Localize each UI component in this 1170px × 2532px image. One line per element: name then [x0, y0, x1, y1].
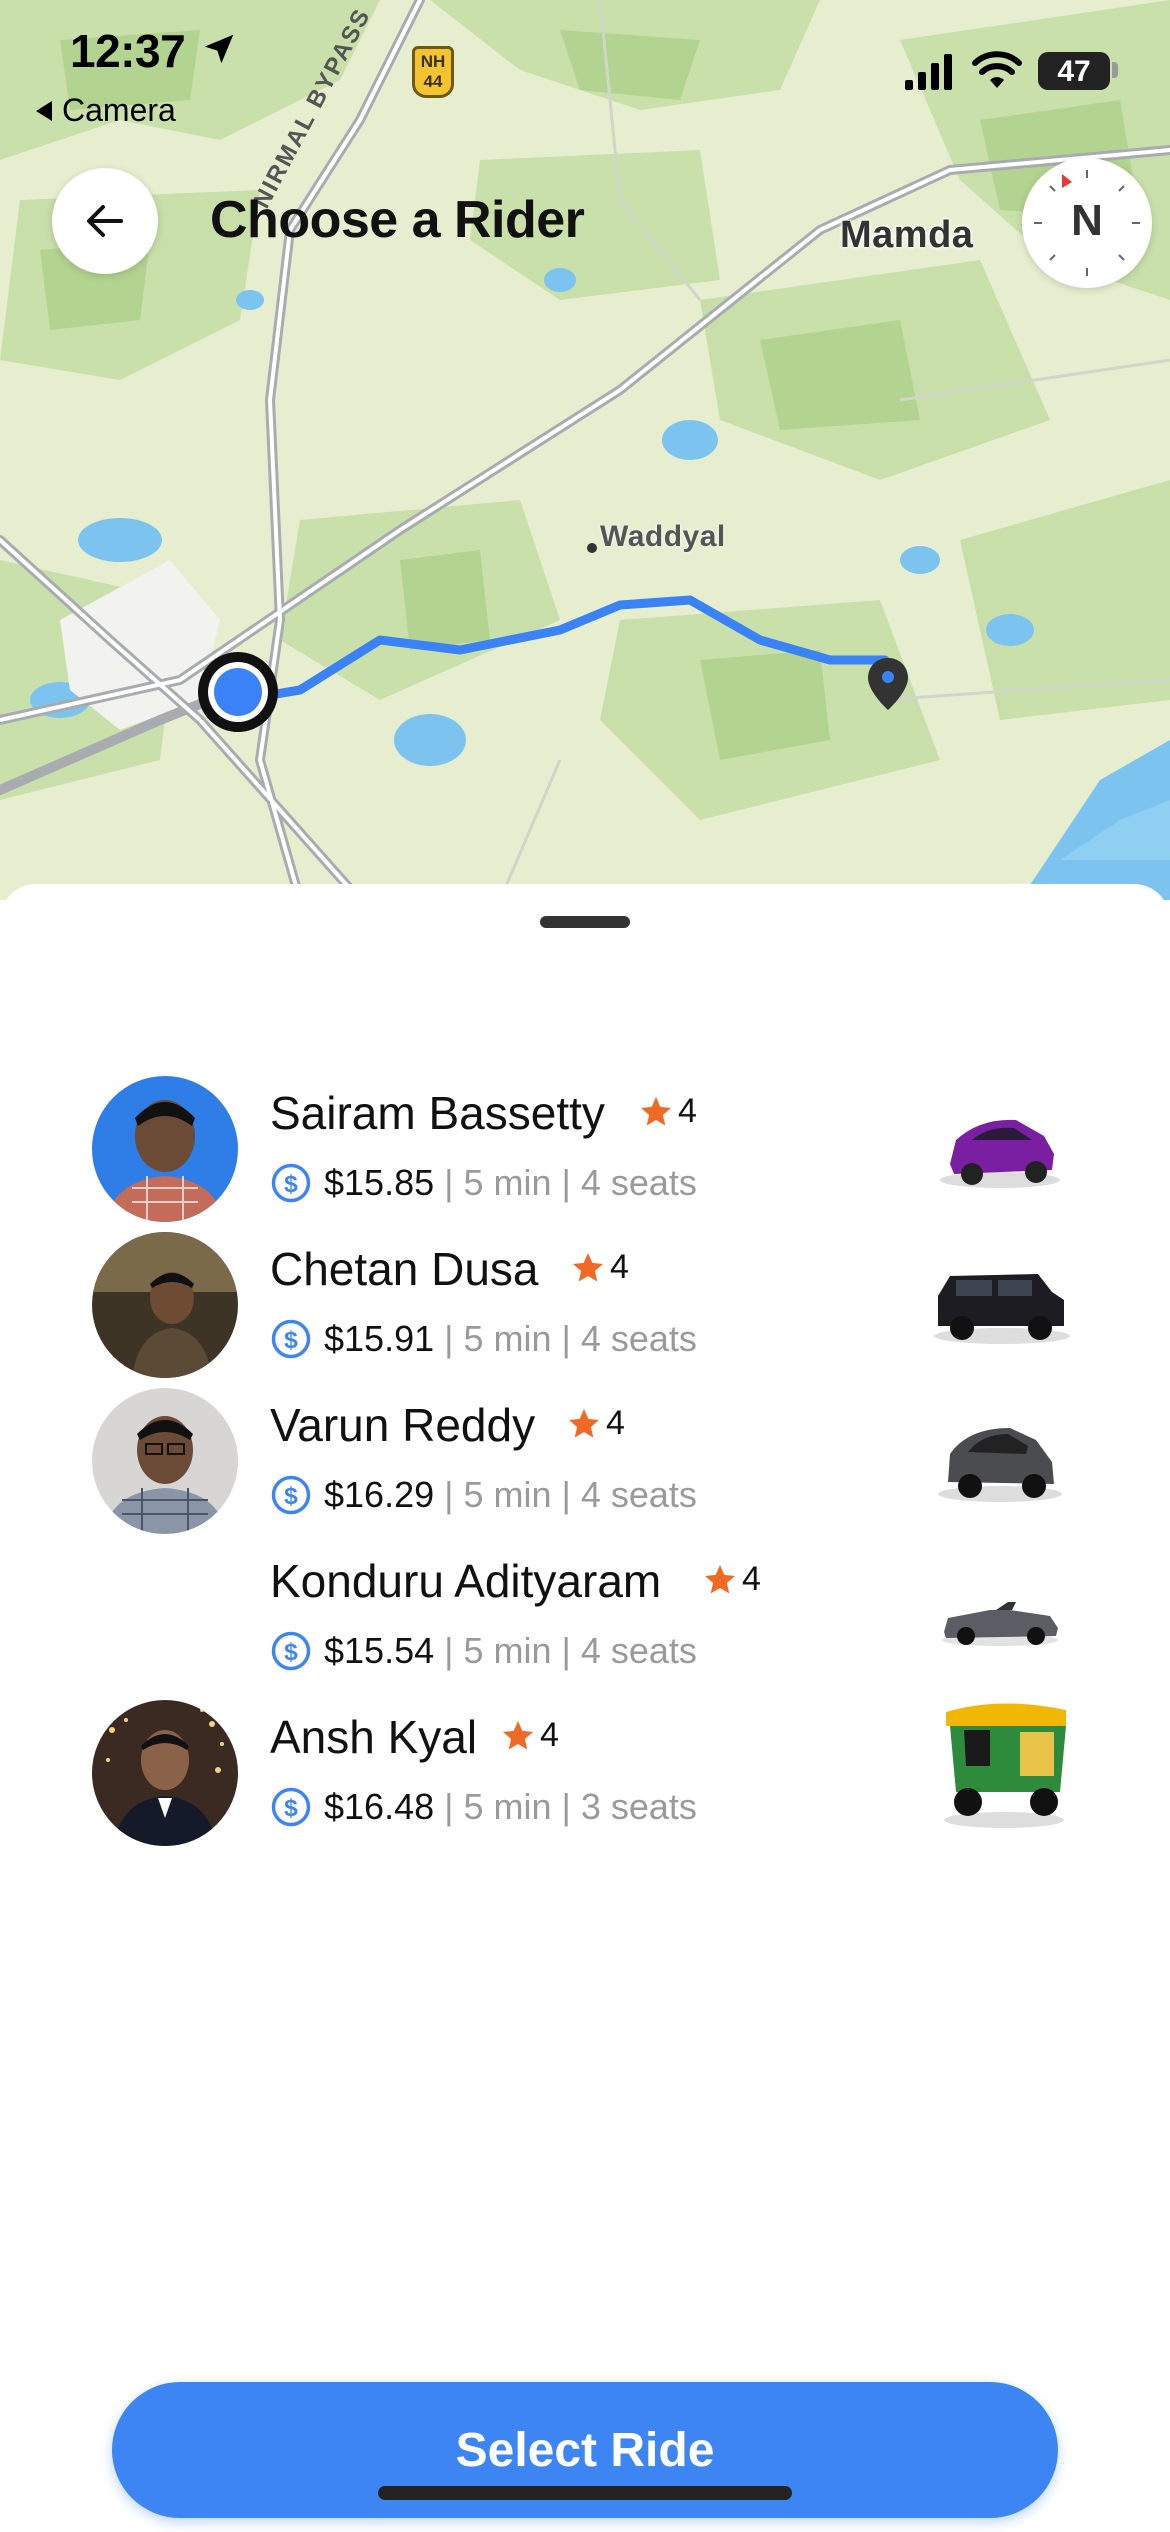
ride-seats: 4 seats: [580, 1474, 697, 1515]
separator: |: [444, 1318, 454, 1359]
status-bar: 12:37 Camera 47: [0, 0, 1170, 130]
star-icon: [705, 1564, 735, 1593]
ride-seats: 4 seats: [580, 1630, 697, 1671]
rider-name: Konduru Adityaram: [270, 1555, 662, 1607]
star-icon: [503, 1720, 533, 1749]
rider-row[interactable]: Chetan Dusa 4 $ $15.91 | 5 min | 4 seats: [0, 1224, 1170, 1384]
ride-eta: 5 min: [463, 1630, 552, 1671]
dollar-coin-icon: $: [271, 1319, 311, 1359]
location-arrow-icon: [204, 34, 234, 64]
separator: |: [561, 1630, 571, 1671]
dollar-coin-icon: $: [271, 1787, 311, 1827]
rating: 4: [500, 1716, 559, 1755]
rider-row[interactable]: Sairam Bassetty 4 $ $15.85 | 5 min | 4 s…: [0, 1068, 1170, 1228]
grey-convertible-icon: [942, 1602, 1058, 1646]
svg-text:$: $: [284, 1483, 298, 1510]
ride-seats: 3 seats: [580, 1786, 697, 1827]
separator: |: [561, 1162, 571, 1203]
ride-price: $16.29: [324, 1474, 435, 1515]
ride-eta: 5 min: [463, 1162, 552, 1203]
ride-meta: $ $15.85 | 5 min | 4 seats: [270, 1162, 697, 1204]
rider-name: Chetan Dusa: [270, 1243, 539, 1295]
battery-icon: 47: [1038, 52, 1110, 90]
star-icon: [641, 1096, 671, 1125]
map-label-waddyal: Waddyal: [600, 520, 726, 553]
sheet-grabber[interactable]: [540, 916, 630, 928]
rider-row[interactable]: Varun Reddy 4 $ $16.29 | 5 min | 4 seats: [0, 1380, 1170, 1540]
ride-eta: 5 min: [463, 1786, 552, 1827]
purple-hatchback-icon: [940, 1119, 1060, 1188]
dollar-coin-icon: $: [271, 1475, 311, 1515]
map-canvas: [0, 0, 1170, 900]
wifi-icon: [972, 51, 1022, 88]
ride-price: $15.91: [324, 1318, 435, 1359]
rider-name: Ansh Kyal: [270, 1711, 478, 1763]
back-to-app[interactable]: Camera: [36, 92, 176, 129]
ride-meta: $ $16.29 | 5 min | 4 seats: [270, 1474, 697, 1516]
black-suv-icon: [934, 1274, 1070, 1344]
svg-text:$: $: [284, 1639, 298, 1666]
compass-button[interactable]: N: [1022, 158, 1152, 288]
separator: |: [444, 1474, 454, 1515]
dollar-coin-icon: $: [271, 1631, 311, 1671]
rating: 4: [570, 1248, 629, 1287]
star-icon: [573, 1252, 603, 1281]
grey-hatchback-icon: [938, 1428, 1062, 1502]
auto-rickshaw-icon: [944, 1703, 1066, 1828]
arrow-left-icon: [87, 205, 123, 237]
avatar: [92, 1232, 238, 1378]
dollar-coin-icon: $: [271, 1163, 311, 1203]
separator: |: [444, 1162, 454, 1203]
svg-text:$: $: [284, 1171, 298, 1198]
rider-sheet: Sairam Bassetty 4 $ $15.85 | 5 min | 4 s…: [0, 884, 1170, 2532]
separator: |: [561, 1318, 571, 1359]
avatar: [92, 1700, 238, 1846]
ride-eta: 5 min: [463, 1474, 552, 1515]
ride-seats: 4 seats: [580, 1318, 697, 1359]
back-triangle-icon: [36, 100, 52, 121]
rider-name: Sairam Bassetty: [270, 1087, 605, 1139]
ride-meta: $ $15.91 | 5 min | 4 seats: [270, 1318, 697, 1360]
avatar: [92, 1388, 238, 1534]
ride-price: $15.54: [324, 1630, 435, 1671]
origin-marker-icon: [198, 652, 278, 732]
ride-price: $16.48: [324, 1786, 435, 1827]
destination-pin-icon: [868, 658, 908, 710]
rating: 4: [702, 1560, 761, 1599]
battery-cap: [1112, 62, 1118, 78]
rider-row[interactable]: Konduru Adityaram 4 $ $15.54 | 5 min | 4…: [0, 1536, 1170, 1696]
ride-price: $15.85: [324, 1162, 435, 1203]
status-time: 12:37: [70, 25, 186, 77]
cellular-signal-icon: [905, 54, 952, 90]
rider-row[interactable]: Ansh Kyal 4 $ $16.48 | 5 min | 3 seats: [0, 1692, 1170, 1852]
page-title: Choose a Rider: [210, 191, 585, 249]
separator: |: [444, 1630, 454, 1671]
separator: |: [561, 1474, 571, 1515]
svg-text:$: $: [284, 1795, 298, 1822]
back-button[interactable]: [52, 168, 158, 274]
home-indicator: [378, 2486, 792, 2500]
rider-name: Varun Reddy: [270, 1399, 536, 1451]
ride-eta: 5 min: [463, 1318, 552, 1359]
map-view[interactable]: Mamda Waddyal NIRMAL BYPASS NH 44 12:37 …: [0, 0, 1170, 900]
rating: 4: [566, 1404, 625, 1443]
rating: 4: [638, 1092, 697, 1131]
ride-seats: 4 seats: [580, 1162, 697, 1203]
star-icon: [569, 1408, 599, 1437]
separator: |: [561, 1786, 571, 1827]
avatar: [92, 1076, 238, 1222]
ride-meta: $ $15.54 | 5 min | 4 seats: [270, 1630, 697, 1672]
svg-text:$: $: [284, 1327, 298, 1354]
separator: |: [444, 1786, 454, 1827]
map-label-mamda: Mamda: [840, 214, 974, 256]
ride-meta: $ $16.48 | 5 min | 3 seats: [270, 1786, 697, 1828]
